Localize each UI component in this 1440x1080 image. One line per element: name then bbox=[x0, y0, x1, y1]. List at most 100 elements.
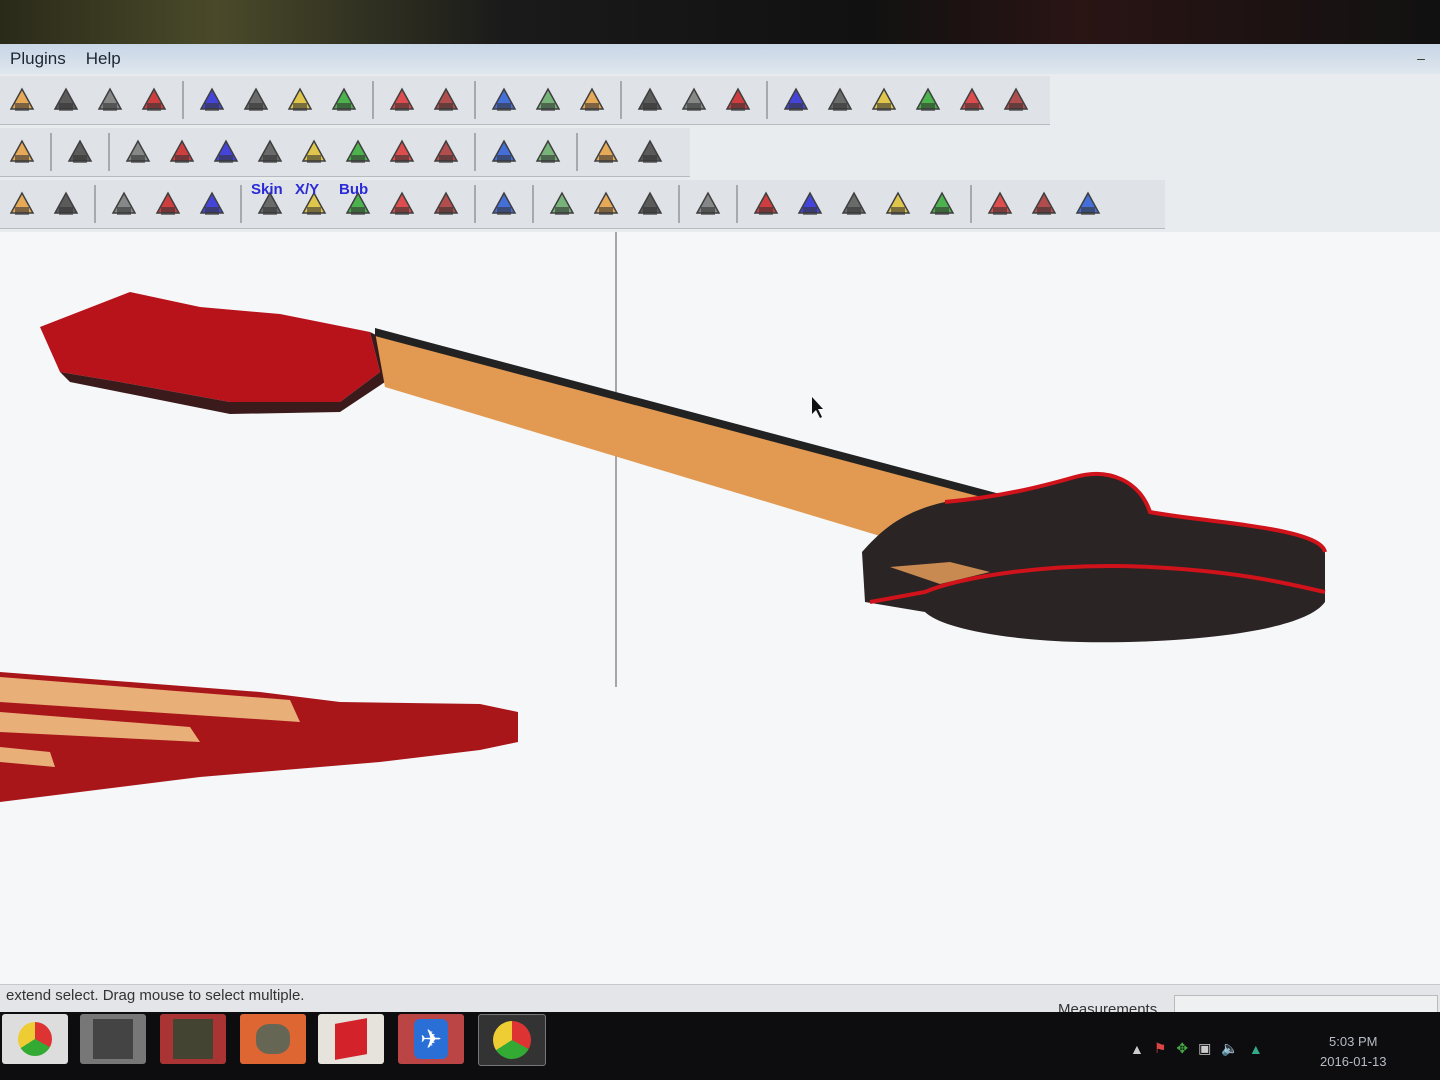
follow-me-button[interactable] bbox=[91, 81, 129, 119]
draw-hexagon-button[interactable] bbox=[207, 133, 245, 171]
solid-intersect-button[interactable] bbox=[587, 185, 625, 223]
solid-union-icon bbox=[549, 191, 575, 215]
draw-parallelogram-button[interactable] bbox=[295, 133, 333, 171]
top-view-button[interactable] bbox=[865, 81, 903, 119]
push-up-button[interactable] bbox=[791, 185, 829, 223]
front-view-button[interactable] bbox=[821, 81, 859, 119]
mouse-cursor bbox=[812, 397, 823, 418]
redo-button[interactable] bbox=[1025, 185, 1063, 223]
smoove-button[interactable] bbox=[61, 133, 99, 171]
bend-button[interactable] bbox=[923, 185, 961, 223]
orbit-button[interactable] bbox=[193, 81, 231, 119]
offset-button[interactable] bbox=[135, 81, 173, 119]
sandbox-icon bbox=[433, 87, 459, 111]
curve-edit-button[interactable] bbox=[529, 133, 567, 171]
rotate-clone-button[interactable] bbox=[1069, 185, 1107, 223]
game-icon bbox=[173, 1019, 213, 1059]
stop-button[interactable] bbox=[427, 185, 465, 223]
clock-date: 2016-01-13 bbox=[1320, 1054, 1387, 1069]
menu-help[interactable]: Help bbox=[76, 49, 131, 69]
bub-label: Bub bbox=[339, 181, 369, 198]
sandbox-button[interactable] bbox=[427, 81, 465, 119]
flip-normals-button[interactable] bbox=[689, 185, 727, 223]
stretch-icon bbox=[885, 191, 911, 215]
sandbox-surface-button[interactable] bbox=[3, 133, 41, 171]
pan-icon bbox=[243, 87, 269, 111]
get-models-icon bbox=[637, 87, 663, 111]
photo-textures-button[interactable] bbox=[485, 81, 523, 119]
push-down-button[interactable] bbox=[835, 185, 873, 223]
back-view-button[interactable] bbox=[953, 81, 991, 119]
toolbar-separator bbox=[108, 133, 110, 171]
model-viewport[interactable] bbox=[0, 232, 1440, 984]
taskbar-sketchup[interactable] bbox=[318, 1014, 384, 1064]
google-drive-icon[interactable]: ▲ bbox=[1249, 1041, 1263, 1057]
move-button[interactable] bbox=[3, 81, 41, 119]
solid-cube-icon bbox=[9, 191, 35, 215]
taskbar-chrome-active[interactable] bbox=[478, 1014, 546, 1066]
location-button[interactable] bbox=[529, 81, 567, 119]
volume-icon[interactable]: 🔈 bbox=[1221, 1040, 1238, 1057]
undo-button[interactable] bbox=[981, 185, 1019, 223]
bub-button[interactable]: Bub bbox=[339, 181, 377, 223]
hook-button[interactable] bbox=[485, 185, 523, 223]
dropbox-icon[interactable]: ✥ bbox=[1176, 1040, 1188, 1057]
import-button[interactable] bbox=[383, 81, 421, 119]
solid-subtract-button[interactable] bbox=[631, 185, 669, 223]
left-view-button[interactable] bbox=[997, 81, 1035, 119]
play-button[interactable] bbox=[383, 185, 421, 223]
fillet-button[interactable] bbox=[427, 133, 465, 171]
network-icon[interactable]: ▣ bbox=[1198, 1040, 1211, 1057]
draw-rect-button[interactable] bbox=[119, 133, 157, 171]
top-view-icon bbox=[871, 87, 897, 111]
zoom-icon bbox=[287, 87, 313, 111]
menu-plugins[interactable]: Plugins bbox=[0, 49, 76, 69]
extrude-button[interactable] bbox=[747, 185, 785, 223]
shell-button[interactable] bbox=[105, 185, 143, 223]
stretch-button[interactable] bbox=[879, 185, 917, 223]
taskbar: ✈ ▲ ⚑ ✥ ▣ 🔈 ▲ 5:03 PM 2016-01-13 bbox=[0, 1012, 1440, 1080]
polyline-button[interactable] bbox=[485, 133, 523, 171]
get-models-button[interactable] bbox=[631, 81, 669, 119]
orbit-icon bbox=[199, 87, 225, 111]
shaded-cube-icon bbox=[53, 191, 79, 215]
taskbar-game-1[interactable] bbox=[80, 1014, 146, 1064]
taskbar-airplane-app[interactable]: ✈ bbox=[398, 1014, 464, 1064]
right-view-button[interactable] bbox=[909, 81, 947, 119]
zoom-extents-button[interactable] bbox=[325, 81, 363, 119]
taskbar-game-2[interactable] bbox=[160, 1014, 226, 1064]
chrome-icon bbox=[18, 1022, 52, 1056]
xy-button[interactable]: X/Y bbox=[295, 181, 333, 223]
clock[interactable]: 5:03 PM 2016-01-13 bbox=[1320, 1032, 1387, 1072]
colorize-button[interactable] bbox=[631, 133, 669, 171]
draw-circle-button[interactable] bbox=[163, 133, 201, 171]
skin-button[interactable]: Skin bbox=[251, 181, 289, 223]
import-icon bbox=[389, 87, 415, 111]
colorize-icon bbox=[637, 139, 663, 163]
solid-union-button[interactable] bbox=[543, 185, 581, 223]
draw-octagon-button[interactable] bbox=[251, 133, 289, 171]
smoove-icon bbox=[67, 139, 93, 163]
toolbar-separator bbox=[620, 81, 622, 119]
toolbar-separator bbox=[678, 185, 680, 223]
draw-ellipse-button[interactable] bbox=[383, 133, 421, 171]
zoom-button[interactable] bbox=[281, 81, 319, 119]
pan-button[interactable] bbox=[237, 81, 275, 119]
show-hidden-icon[interactable]: ▲ bbox=[1130, 1041, 1144, 1057]
taskbar-gimp[interactable] bbox=[240, 1014, 306, 1064]
solid-cube-button[interactable] bbox=[3, 185, 41, 223]
soften-button[interactable] bbox=[193, 185, 231, 223]
shaded-cube-button[interactable] bbox=[47, 185, 85, 223]
minimize-button[interactable]: – bbox=[1408, 50, 1434, 66]
left-view-icon bbox=[1003, 87, 1029, 111]
share-model-button[interactable] bbox=[675, 81, 713, 119]
weld-button[interactable] bbox=[149, 185, 187, 223]
iso-view-button[interactable] bbox=[777, 81, 815, 119]
share-component-button[interactable] bbox=[719, 81, 757, 119]
flag-icon[interactable]: ⚑ bbox=[1154, 1040, 1167, 1057]
draw-arc-button[interactable] bbox=[339, 133, 377, 171]
rotate-button[interactable] bbox=[47, 81, 85, 119]
scale-line-button[interactable] bbox=[587, 133, 625, 171]
geo-globe-button[interactable] bbox=[573, 81, 611, 119]
taskbar-chrome[interactable] bbox=[2, 1014, 68, 1064]
